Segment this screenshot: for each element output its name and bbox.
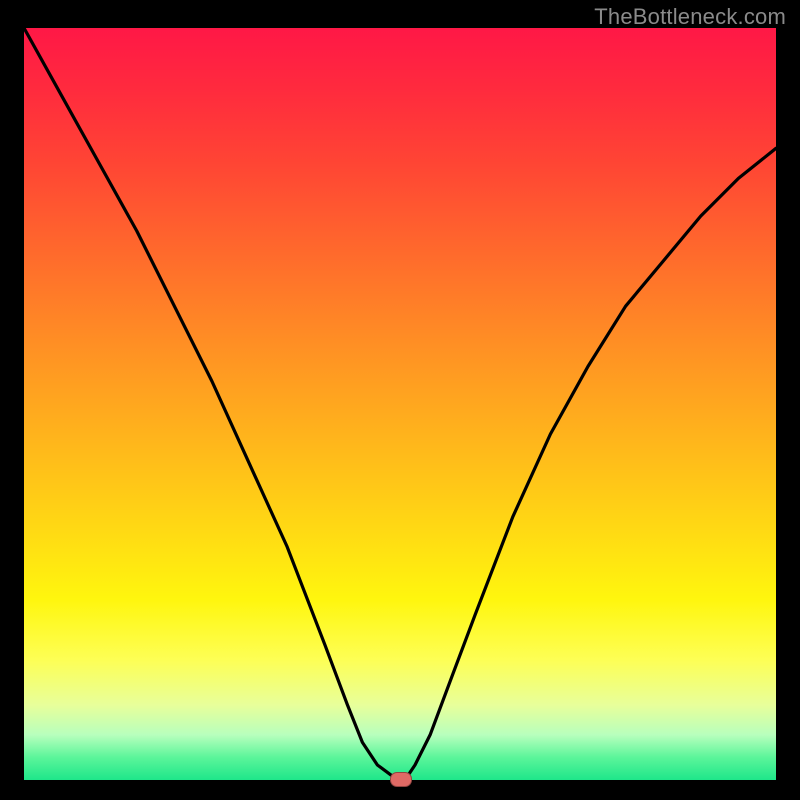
plot-area bbox=[24, 28, 776, 780]
bottleneck-curve bbox=[24, 28, 776, 780]
watermark-text: TheBottleneck.com bbox=[594, 4, 786, 30]
optimal-point-marker bbox=[390, 772, 412, 787]
chart-frame: TheBottleneck.com bbox=[0, 0, 800, 800]
